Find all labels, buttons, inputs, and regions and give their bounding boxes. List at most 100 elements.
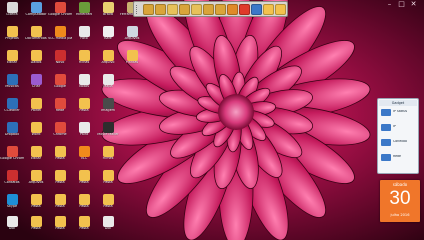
network-gadget: Gadget IP Status IP Conexão Rede: [377, 98, 419, 174]
desktop-icon[interactable]: Dropbox: [0, 122, 24, 145]
app-icon: [102, 146, 114, 157]
shortcut-icon[interactable]: [203, 4, 214, 15]
desktop-icon-label: Pasta: [103, 205, 113, 208]
desktop-icon[interactable]: Arquivos: [24, 170, 48, 193]
desktop-icon[interactable]: Mapa: [96, 74, 120, 97]
desktop-icon[interactable]: Minecraft: [72, 2, 96, 25]
desktop-icon[interactable]: Fichas: [72, 50, 96, 73]
desktop-icon[interactable]: CCleaner: [0, 98, 24, 121]
desktop-icon[interactable]: Filmes: [96, 146, 120, 169]
gadget-row-icon[interactable]: [381, 109, 391, 116]
desktop-icon[interactable]: Google: [48, 74, 72, 97]
app-icon: [6, 194, 18, 205]
desktop-icon[interactable]: Musicas: [0, 74, 24, 97]
desktop-icon[interactable]: VLC media player: [48, 26, 72, 49]
desktop-icon[interactable]: Notas: [72, 74, 96, 97]
desktop-icon[interactable]: Plantas: [120, 50, 144, 73]
desktop-icon[interactable]: Doc: [96, 216, 120, 239]
folder-icon[interactable]: [215, 4, 226, 15]
desktop-icon[interactable]: Imagem: [96, 98, 120, 121]
desktop-icon-label: Google Chrome: [0, 157, 24, 160]
desktop-icon[interactable]: Painel: [24, 98, 48, 121]
calendar-icon[interactable]: [191, 4, 202, 15]
desktop-icon[interactable]: Editar: [24, 146, 48, 169]
folder-icon[interactable]: [143, 4, 154, 15]
desktop-icon[interactable]: Brava: [96, 2, 120, 25]
desktop-icon[interactable]: Pasta: [96, 194, 120, 217]
app-icon: [30, 2, 42, 13]
desktop-icon[interactable]: Editar: [0, 50, 24, 73]
document-icon[interactable]: [167, 4, 178, 15]
desktop-icon-label: Arquivos: [28, 181, 44, 184]
desktop-icon[interactable]: Doc: [0, 216, 24, 239]
desktop-icon[interactable]: Word: [24, 122, 48, 145]
desktop-icon[interactable]: Movie Maker: [96, 122, 120, 145]
battery-icon[interactable]: [227, 4, 238, 15]
folder-icon[interactable]: [179, 4, 190, 15]
app-icon: [30, 194, 42, 205]
app-icon: [54, 2, 66, 13]
desktop-icon[interactable]: Criar: [24, 74, 48, 97]
app-icon: [102, 98, 114, 109]
desktop-icon[interactable]: Pasta: [48, 216, 72, 239]
desktop-icon[interactable]: Documentos: [24, 26, 48, 49]
desktop-icon[interactable]: Arquivo: [96, 50, 120, 73]
desktop-icon-label: Rede: [55, 109, 65, 112]
desktop-icon-label: Lixeira: [6, 13, 18, 16]
calendar-gadget[interactable]: sábado 30 julho 2016: [380, 180, 420, 222]
desktop-icon[interactable]: Pasta: [72, 170, 96, 193]
desktop-icon[interactable]: Pasta: [48, 194, 72, 217]
desktop-icon[interactable]: Rede: [48, 98, 72, 121]
desktop-icon[interactable]: Pasta: [72, 216, 96, 239]
calendar-day: 30: [389, 188, 411, 209]
desktop-icon[interactable]: Pasta: [96, 170, 120, 193]
desktop-icon-label: Fichas: [78, 61, 90, 64]
maximize-icon[interactable]: □: [397, 0, 406, 9]
app-icon: [30, 98, 42, 109]
desktop-icon[interactable]: Skype: [0, 194, 24, 217]
desktop-icon[interactable]: Google Chrome: [48, 2, 72, 25]
app-icon: [6, 216, 18, 227]
desktop-icon[interactable]: VLC: [72, 146, 96, 169]
desktop-icon[interactable]: Paint: [72, 122, 96, 145]
edit-icon[interactable]: [275, 4, 286, 15]
app-icon: [78, 216, 90, 227]
app-icon: [126, 50, 138, 61]
desktop-icon[interactable]: Pasta: [48, 146, 72, 169]
minimize-icon[interactable]: –: [385, 0, 394, 9]
folder-icon[interactable]: [155, 4, 166, 15]
add-icon[interactable]: [239, 4, 250, 15]
app-icon: [102, 194, 114, 205]
calendar-month-year: julho 2016: [390, 213, 410, 217]
desktop-icon[interactable]: Pasta: [72, 98, 96, 121]
gadget-row-icon[interactable]: [381, 154, 391, 161]
app-icon: [102, 216, 114, 227]
gadget-row-label: IP Status: [393, 110, 408, 113]
desktop-icon[interactable]: Pasta: [72, 194, 96, 217]
notes-icon[interactable]: [263, 4, 274, 15]
desktop-icon[interactable]: Arquivos: [120, 26, 144, 49]
desktop-icon[interactable]: Projetos: [0, 26, 24, 49]
app-icon: [54, 98, 66, 109]
desktop-icon[interactable]: Computador: [24, 2, 48, 25]
close-icon[interactable]: ✕: [409, 0, 418, 9]
toolbar-grip-handle[interactable]: [136, 5, 140, 14]
desktop-icon[interactable]: Contatos: [0, 170, 24, 193]
desktop-icon[interactable]: Foto: [72, 26, 96, 49]
app-icon: [6, 2, 18, 13]
gadget-row-label: Rede: [393, 155, 402, 158]
desktop-icon[interactable]: Google Chrome: [0, 146, 24, 169]
window-icon[interactable]: [251, 4, 262, 15]
desktop-icon[interactable]: Chrome: [48, 122, 72, 145]
gadget-row-icon[interactable]: [381, 139, 391, 146]
desktop-icon[interactable]: Pasta: [24, 194, 48, 217]
app-icon: [102, 170, 114, 181]
desktop-icon[interactable]: Pasta: [24, 216, 48, 239]
app-icon: [102, 122, 114, 133]
desktop-icon[interactable]: Pasta: [48, 170, 72, 193]
gadget-row-icon[interactable]: [381, 124, 391, 131]
desktop-icon[interactable]: Kafe: [96, 26, 120, 49]
desktop-icon[interactable]: Dados: [24, 50, 48, 73]
desktop-icon[interactable]: Lixeira: [0, 2, 24, 25]
desktop-icon[interactable]: Novo: [48, 50, 72, 73]
